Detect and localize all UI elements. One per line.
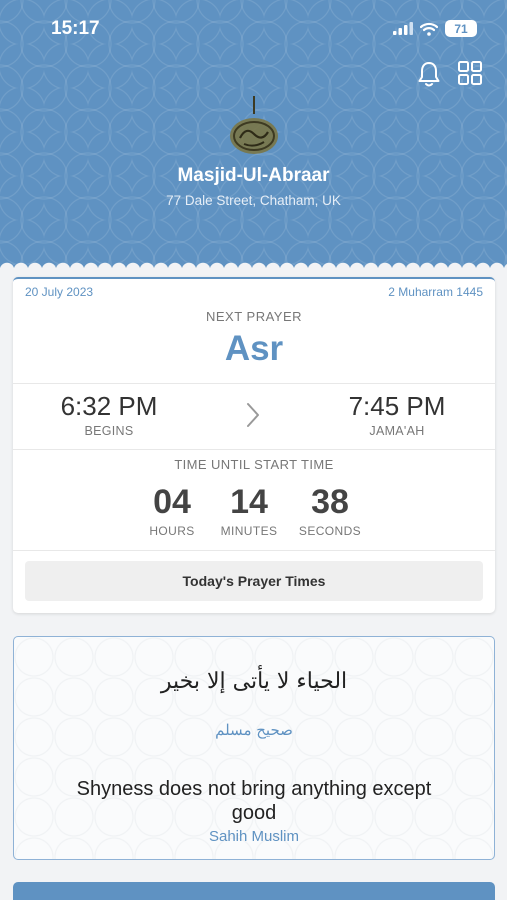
seconds-value: 38 (311, 483, 349, 521)
hadith-card: الحياء لا يأتى إلا بخير صحيح مسلم Shynes… (13, 636, 495, 860)
mosque-name: Masjid-Ul-Abraar (177, 165, 330, 186)
header-scallop-edge (0, 256, 507, 270)
hours-value: 04 (153, 483, 191, 521)
hours-label: HOURS (149, 524, 195, 538)
header-actions (417, 60, 483, 88)
battery-indicator: 71 (445, 20, 477, 37)
divider (13, 550, 495, 551)
hijri-date: 2 Muharram 1445 (388, 285, 483, 299)
jamaah-time: 7:45 PM (348, 391, 446, 421)
countdown-label: TIME UNTIL START TIME (174, 457, 334, 472)
gregorian-date: 20 July 2023 (25, 285, 94, 299)
next-prayer-label: NEXT PRAYER (205, 309, 303, 324)
jamaah-label: JAMA'AH (369, 424, 425, 438)
status-icons: 71 (393, 20, 477, 37)
hadith-english: Shyness does not bring anything except g… (76, 778, 432, 824)
next-prayer-name: Asr (224, 329, 284, 368)
hadith-source: Sahih Muslim (208, 828, 300, 845)
bell-icon[interactable] (417, 60, 441, 88)
mosque-header: 15:17 71 Masjid-Ul-Abraar 77 Dale Street… (0, 0, 507, 268)
hadith-arabic-source: صحيح مسلم (215, 721, 293, 739)
status-time: 15:17 (51, 18, 100, 39)
countdown-hours: 04 HOURS (132, 483, 212, 538)
begins-block: 6:32 PM BEGINS (29, 391, 189, 438)
divider (13, 383, 495, 384)
next-section-card[interactable] (13, 882, 495, 900)
mosque-address: 77 Dale Street, Chatham, UK (166, 193, 341, 208)
minutes-value: 14 (230, 483, 268, 521)
grid-icon[interactable] (457, 60, 483, 86)
chevron-right-icon (247, 403, 259, 427)
countdown-minutes: 14 MINUTES (209, 483, 289, 538)
countdown-seconds: 38 SECONDS (290, 483, 370, 538)
begins-label: BEGINS (84, 424, 134, 438)
todays-prayer-times-button[interactable]: Today's Prayer Times (25, 561, 483, 601)
hadith-arabic: الحياء لا يأتى إلا بخير (160, 669, 348, 694)
seconds-label: SECONDS (298, 524, 362, 538)
signal-icon (393, 22, 413, 35)
wifi-icon (420, 22, 438, 36)
divider (13, 449, 495, 450)
minutes-label: MINUTES (220, 524, 278, 538)
begins-time: 6:32 PM (60, 391, 158, 421)
jamaah-block: 7:45 PM JAMA'AH (317, 391, 477, 438)
mosque-logo (230, 96, 278, 154)
next-prayer-card: 20 July 2023 2 Muharram 1445 NEXT PRAYER… (13, 277, 495, 613)
